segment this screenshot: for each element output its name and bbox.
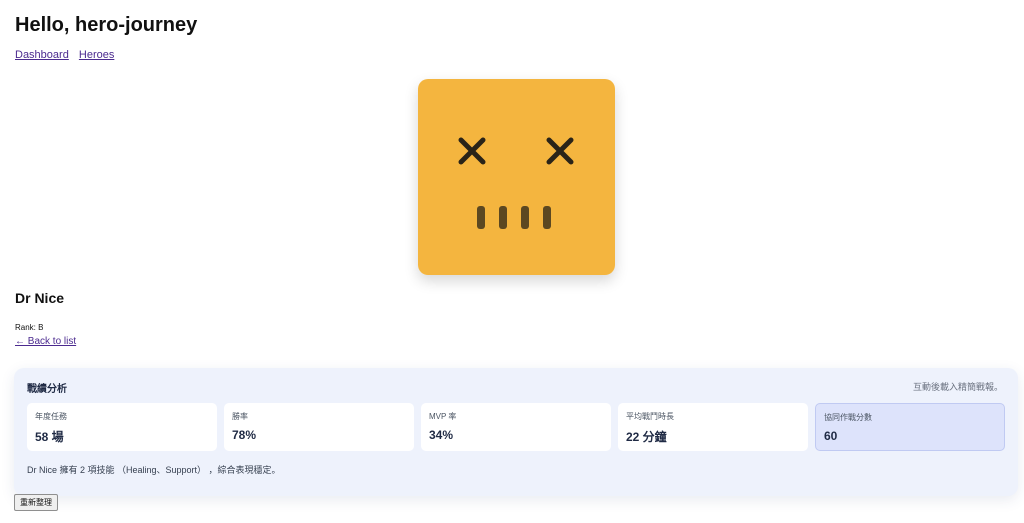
hero-rank: Rank: B [15,323,44,332]
performance-summary: Dr Nice 擁有 2 項技能 （Healing、Support） ，綜合表現… [27,465,281,475]
stats-row: 年度任務 58 場 勝率 78% MVP 率 34% 平均戰鬥時長 22 分鐘 … [27,403,1005,451]
refresh-button[interactable]: 重新整理 [14,494,58,511]
stat-value: 22 分鐘 [626,430,667,444]
page-title: Hello, hero-journey [15,14,198,36]
hero-name: Dr Nice [15,290,65,306]
panel-title: 戰績分析 [27,384,67,395]
performance-analysis-panel: 戰績分析 互動後載入精簡戰報。 年度任務 58 場 勝率 78% MVP 率 3… [14,368,1018,496]
stat-label: MVP 率 [429,412,457,421]
stat-card-cooperation-score: 協同作戰分數 60 [815,403,1005,451]
stat-card-mvp-rate: MVP 率 34% [421,403,611,451]
hero-avatar [418,79,615,275]
nav-link-dashboard[interactable]: Dashboard [15,49,69,61]
stat-card-avg-battle-duration: 平均戰鬥時長 22 分鐘 [618,403,808,451]
stat-value: 60 [824,429,838,443]
nav-link-heroes[interactable]: Heroes [79,49,114,61]
panel-hint: 互動後載入精簡戰報。 [912,382,1003,392]
stat-label: 平均戰鬥時長 [626,412,674,421]
stat-label: 協同作戰分數 [824,413,872,422]
top-nav: Dashboard Heroes [15,49,121,61]
back-to-list-link[interactable]: ← Back to list [15,336,76,347]
stat-card-win-rate: 勝率 78% [224,403,414,451]
stat-card-annual-missions: 年度任務 58 場 [27,403,217,451]
stat-label: 勝率 [232,412,248,421]
stat-label: 年度任務 [35,412,67,421]
stat-value: 58 場 [35,430,64,444]
stat-value: 78% [232,428,257,442]
stat-value: 34% [429,428,454,442]
dead-face-avatar-icon [418,79,615,275]
